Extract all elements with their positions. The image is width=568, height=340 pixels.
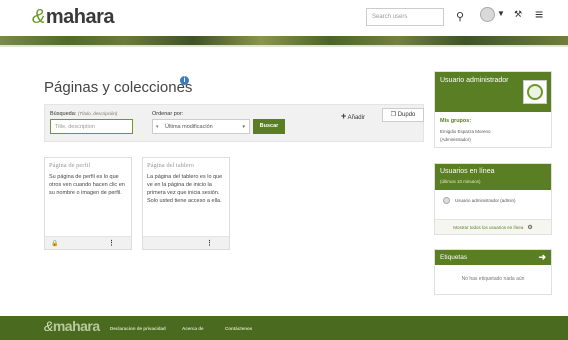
user-avatar-icon[interactable] [480, 7, 495, 22]
more-options-icon[interactable]: ⋮ [206, 239, 213, 247]
privacy-link[interactable]: Declaracion de privacidad [110, 326, 166, 331]
search-field[interactable]: Title, description [50, 119, 133, 134]
online-user-avatar [443, 197, 450, 204]
about-link[interactable]: Acerca de [182, 326, 204, 331]
online-block-title: Usuarios en línea [440, 168, 495, 175]
search-label: Búsqueda: (Título, descripción) [50, 111, 118, 117]
order-label: Ordenar por: [152, 111, 184, 117]
page-card-dashboard[interactable]: Página del tablero La página del tablero… [142, 157, 230, 250]
card-footer: ⋮ [143, 236, 229, 249]
search-users-input[interactable]: Search users [366, 8, 444, 26]
duplicate-button[interactable]: ❐ Dupdo [382, 108, 424, 122]
group-name[interactable]: Emigdio Esparza Moreno [440, 128, 491, 136]
hamburger-menu-icon[interactable]: ≡ [535, 6, 543, 22]
order-value: Última modificación [165, 124, 213, 130]
sidebar-online-users: Usuarios en línea (últimos 10 minutos) U… [434, 163, 552, 235]
logo-text: mahara [45, 6, 115, 28]
wrench-icon[interactable]: ⚒ [514, 9, 522, 20]
more-options-icon[interactable]: ⋮ [108, 239, 115, 247]
select-caret-icon: ▾ [156, 124, 159, 130]
online-user-name[interactable]: Usuario administrador (admin) [455, 198, 516, 203]
card-description: La página del tablero es lo que ve en la… [147, 174, 223, 204]
avatar-image [527, 84, 543, 100]
group-info: Emigdio Esparza Moreno (Administrador) [440, 128, 491, 144]
copy-icon: ❐ [390, 112, 397, 118]
sidebar-user-block: Usuario administrador Mis grupos: Emigdi… [434, 71, 552, 148]
header-stripe [0, 36, 568, 45]
top-header: &mahara Search users ⚲ ▼ ⚒ ≡ [0, 0, 568, 36]
chevron-down-icon[interactable]: ▼ [497, 9, 505, 18]
chevron-down-icon: ▾ [242, 124, 245, 130]
gear-icon[interactable]: ⚙ [527, 225, 532, 231]
add-button[interactable]: + Añadir [341, 111, 365, 121]
user-block-title[interactable]: Usuario administrador [440, 77, 508, 84]
sidebar-tags-block: Etiquetas ➜ No has etiquetado nada aún [434, 249, 552, 295]
header-stripe-highlight [0, 45, 568, 47]
filter-bar: Búsqueda: (Título, descripción) Title, d… [44, 104, 424, 142]
page-card-profile[interactable]: Página de perfil Su página de perfil es … [44, 157, 132, 250]
show-all-online-link[interactable]: Mostrar todos los usuarios en línea ⚙ [435, 219, 551, 234]
tags-empty-text: No has etiquetado nada aún [461, 276, 525, 282]
card-footer: 🔒 ⋮ [45, 236, 131, 249]
card-description: Su página de perfil es lo que otros ven … [49, 174, 125, 196]
footer-logo-text: mahara [52, 318, 100, 334]
plus-icon: + [341, 111, 347, 121]
online-block-subtitle: (últimos 10 minutos) [440, 179, 481, 184]
page-footer: &mahara Declaracion de privacidad Acerca… [0, 316, 568, 340]
group-role: (Administrador) [440, 137, 471, 142]
card-title[interactable]: Página del tablero [147, 162, 194, 169]
search-button[interactable]: Buscar [253, 119, 285, 134]
search-icon[interactable]: ⚲ [452, 8, 468, 26]
logo-amp-mark: & [32, 6, 45, 28]
order-select[interactable]: ▾ Última modificación ▾ [152, 119, 250, 134]
lock-icon: 🔒 [51, 241, 59, 247]
arrow-right-icon[interactable]: ➜ [538, 252, 546, 263]
info-icon[interactable]: i [180, 76, 189, 85]
search-hint: (Título, descripción) [77, 111, 118, 116]
my-groups-label: Mis grupos: [440, 118, 472, 124]
contact-link[interactable]: Contáctenos [225, 326, 252, 331]
footer-logo[interactable]: &mahara [44, 318, 100, 334]
tags-block-title[interactable]: Etiquetas [440, 254, 467, 261]
footer-logo-amp: & [44, 318, 53, 334]
page-title: Páginas y colecciones [44, 79, 193, 96]
profile-avatar[interactable] [523, 80, 547, 104]
card-title[interactable]: Página de perfil [49, 162, 90, 169]
mahara-logo[interactable]: &mahara [32, 6, 115, 29]
